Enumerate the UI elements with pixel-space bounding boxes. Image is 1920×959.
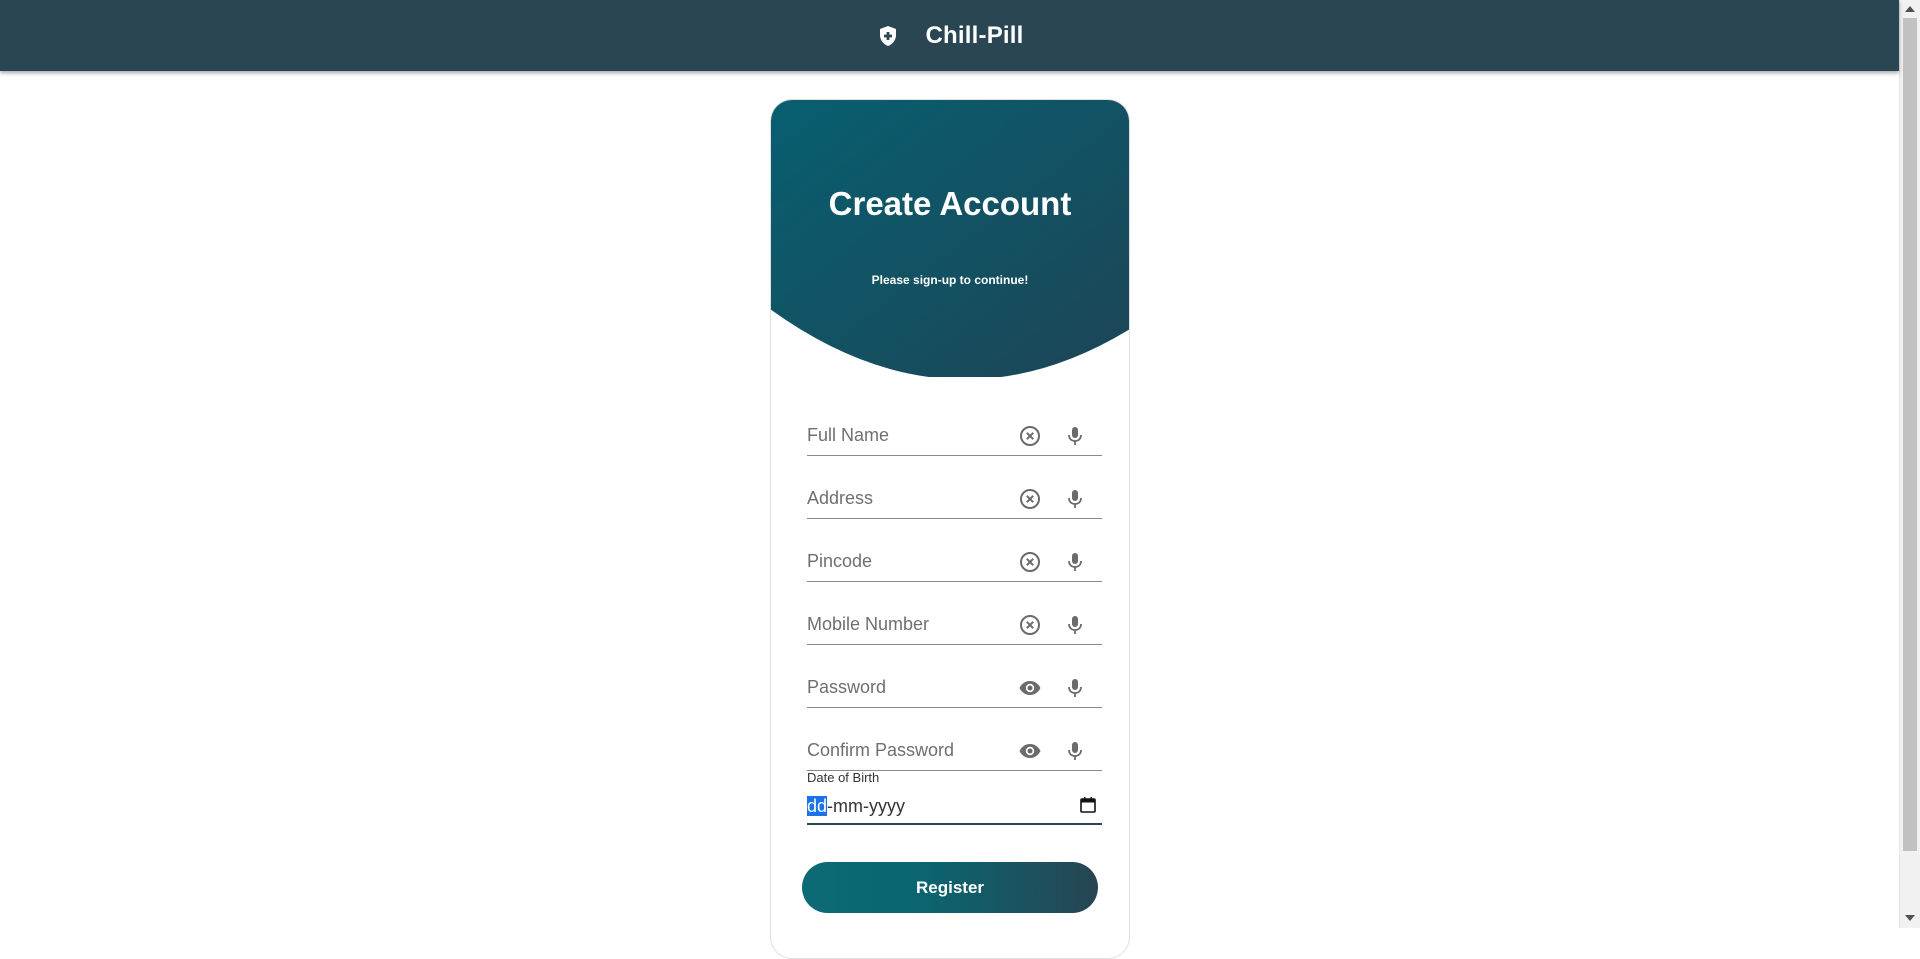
pincode-input[interactable] xyxy=(807,542,1007,580)
page-scrollbar[interactable] xyxy=(1899,0,1920,928)
mobile-number-field xyxy=(807,605,1102,645)
clear-icon[interactable] xyxy=(1018,613,1042,637)
password-input[interactable] xyxy=(807,668,1007,706)
date-value[interactable]: dd-mm-yyyy xyxy=(807,796,905,817)
month-year-segments[interactable]: -mm-yyyy xyxy=(827,796,905,816)
calendar-icon[interactable] xyxy=(1079,796,1097,814)
register-card: Create Account Please sign-up to continu… xyxy=(770,99,1130,959)
password-field xyxy=(807,668,1102,708)
clear-icon[interactable] xyxy=(1018,550,1042,574)
microphone-icon[interactable] xyxy=(1063,739,1087,763)
confirm-password-input[interactable] xyxy=(807,731,1007,769)
day-segment[interactable]: dd xyxy=(807,796,828,816)
microphone-icon[interactable] xyxy=(1063,550,1087,574)
address-field xyxy=(807,479,1102,519)
date-of-birth-label: Date of Birth xyxy=(807,770,880,785)
eye-icon[interactable] xyxy=(1018,676,1042,700)
microphone-icon[interactable] xyxy=(1063,487,1087,511)
address-input[interactable] xyxy=(807,479,1007,517)
full-name-field xyxy=(807,416,1102,456)
eye-icon[interactable] xyxy=(1018,739,1042,763)
register-button[interactable]: Register xyxy=(802,862,1098,913)
brand: Chill-Pill xyxy=(0,0,1899,71)
shield-plus-icon xyxy=(876,24,900,48)
card-header: Create Account Please sign-up to continu… xyxy=(771,100,1129,377)
app-name: Chill-Pill xyxy=(925,21,1024,49)
header-background xyxy=(771,100,1129,377)
page-title: Create Account xyxy=(828,185,1072,222)
microphone-icon[interactable] xyxy=(1063,424,1087,448)
date-of-birth-input[interactable]: dd-mm-yyyy xyxy=(807,785,1102,825)
page-subtitle: Please sign-up to continue! xyxy=(871,273,1029,287)
scroll-up-arrow-icon[interactable] xyxy=(1905,6,1915,12)
scroll-down-arrow-icon[interactable] xyxy=(1905,915,1915,921)
pincode-field xyxy=(807,542,1102,582)
clear-icon[interactable] xyxy=(1018,487,1042,511)
scroll-thumb[interactable] xyxy=(1903,18,1917,851)
top-app-bar: Chill-Pill xyxy=(0,0,1899,71)
full-name-input[interactable] xyxy=(807,416,1007,454)
clear-icon[interactable] xyxy=(1018,424,1042,448)
microphone-icon[interactable] xyxy=(1063,676,1087,700)
confirm-password-field xyxy=(807,731,1102,771)
mobile-number-input[interactable] xyxy=(807,605,1007,643)
microphone-icon[interactable] xyxy=(1063,613,1087,637)
